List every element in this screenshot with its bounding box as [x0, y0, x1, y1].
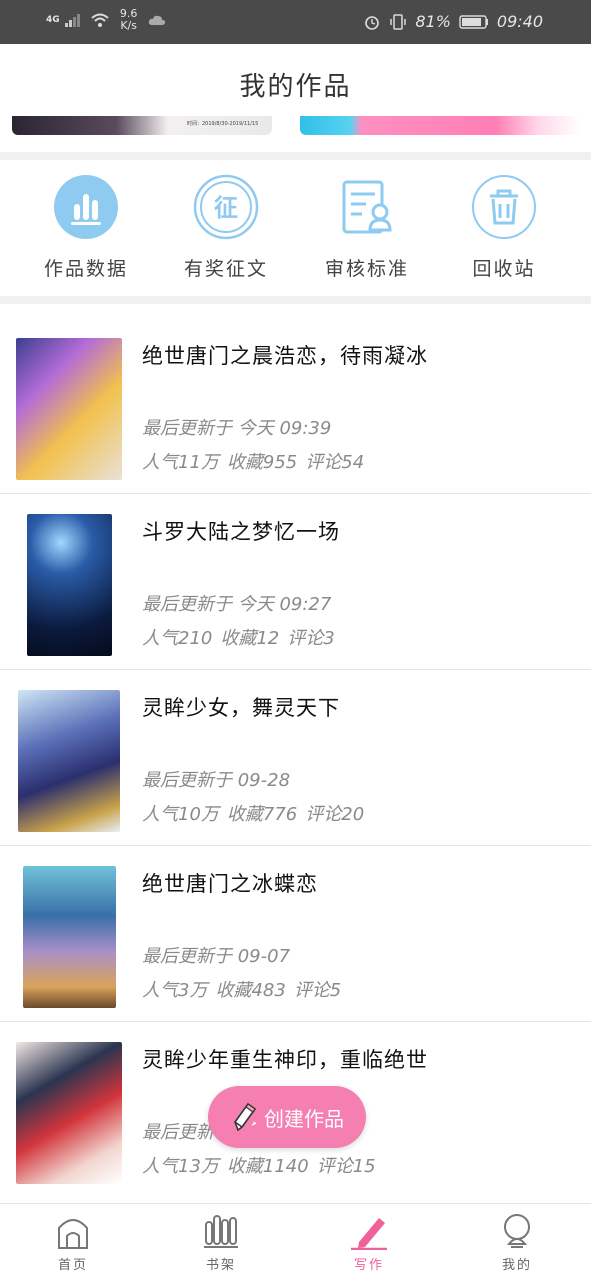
tab-label: 首页 — [57, 1258, 88, 1273]
work-title: 灵眸少年重生神印，重临绝世 — [142, 1048, 428, 1072]
work-item[interactable]: 灵眸少女，舞灵天下 最后更新于 09-28 人气10万 收藏776 评论20 — [0, 670, 591, 846]
quick-action-label: 作品数据 — [43, 258, 128, 280]
work-item[interactable]: 斗罗大陆之梦忆一场 最后更新于 今天 09:27 人气210 收藏12 评论3 — [0, 494, 591, 670]
tab-bookshelf[interactable]: 书架 — [166, 1212, 276, 1273]
work-comments: 评论54 — [305, 452, 365, 473]
work-item[interactable]: 绝世唐门之晨浩恋，待雨凝冰 最后更新于 今天 09:39 人气11万 收藏955 评… — [0, 318, 591, 494]
work-favorites: 收藏1140 — [226, 1156, 309, 1177]
work-cover-image — [27, 514, 112, 656]
tab-label: 书架 — [205, 1258, 236, 1273]
create-work-button[interactable]: 创建作品 — [208, 1086, 366, 1148]
work-favorites: 收藏12 — [220, 628, 280, 649]
work-stats: 人气210 收藏12 评论3 — [142, 624, 343, 650]
tab-label: 我的 — [501, 1258, 532, 1273]
work-favorites: 收藏483 — [215, 980, 286, 1001]
work-favorites: 收藏776 — [226, 804, 298, 825]
bar-chart-icon — [54, 175, 118, 239]
work-cover-image — [16, 338, 122, 480]
status-bar: 4G 9.6 K/s 81% 09:40 — [0, 0, 591, 44]
work-cover-image — [18, 690, 120, 832]
work-updated: 最后更新于 09-07 — [142, 946, 291, 967]
work-cover-image — [23, 866, 116, 1008]
work-popularity: 人气210 — [142, 628, 213, 649]
work-item[interactable]: 绝世唐门之冰蝶恋 最后更新于 09-07 人气3万 收藏483 评论5 — [0, 846, 591, 1022]
work-title: 灵眸少女，舞灵天下 — [142, 696, 340, 720]
clock: 09:40 — [496, 12, 543, 31]
work-cover-image — [16, 1042, 122, 1184]
battery-icon — [459, 14, 488, 29]
work-stats: 人气10万 收藏776 评论20 — [142, 800, 372, 826]
contest-badge-icon: 征 — [193, 174, 259, 240]
work-favorites: 收藏955 — [226, 452, 298, 473]
work-stats: 人气13万 收藏1140 评论15 — [142, 1152, 384, 1178]
quick-action-review-standard[interactable]: 审核标准 — [297, 174, 437, 281]
banner-caption: 时间：2019/8/30-2019/11/15 — [187, 121, 259, 127]
work-stats: 人气3万 收藏483 评论5 — [142, 976, 349, 1002]
section-divider — [0, 152, 591, 160]
bottom-tab-bar: 首页 书架 写作 我的 — [0, 1203, 591, 1280]
bookshelf-icon — [204, 1215, 238, 1248]
page-title: 我的作品 — [239, 72, 352, 102]
alarm-icon — [365, 15, 380, 30]
quick-action-work-data[interactable]: 作品数据 — [16, 174, 156, 281]
banner-image-contest[interactable]: 时间：2019/8/30-2019/11/15 — [12, 116, 272, 135]
work-comments: 评论15 — [316, 1156, 376, 1177]
work-comments: 评论20 — [305, 804, 365, 825]
signal-icon — [64, 14, 80, 27]
vibrate-icon — [390, 13, 407, 30]
work-updated: 最后更新于 今天 09:27 — [142, 594, 332, 615]
quick-action-label: 有奖征文 — [183, 258, 268, 280]
network-type-label: 4G — [46, 15, 60, 25]
quick-action-recycle-bin[interactable]: 回收站 — [434, 174, 574, 281]
battery-percent: 81% — [415, 12, 451, 31]
review-document-icon — [342, 180, 392, 234]
banner-carousel[interactable]: 时间：2019/8/30-2019/11/15 — [0, 114, 591, 152]
pencil-icon — [234, 1102, 257, 1132]
trash-icon — [472, 175, 536, 239]
work-comments: 评论3 — [287, 628, 335, 649]
svg-text:征: 征 — [214, 194, 238, 222]
work-updated: 最后更新于 09-28 — [142, 770, 291, 791]
work-title: 斗罗大陆之梦忆一场 — [142, 520, 340, 544]
work-comments: 评论5 — [293, 980, 342, 1001]
wifi-icon — [90, 13, 109, 27]
quick-action-contest[interactable]: 征 有奖征文 — [156, 174, 296, 281]
cloud-icon — [148, 15, 165, 25]
work-popularity: 人气3万 — [142, 980, 208, 1001]
network-speed: 9.6 K/s — [119, 7, 138, 32]
profile-icon — [504, 1214, 530, 1248]
create-work-label: 创建作品 — [264, 1106, 344, 1131]
quick-actions: 作品数据 征 有奖征文 审核标准 回收站 — [0, 160, 591, 296]
work-popularity: 人气13万 — [142, 1156, 219, 1177]
section-divider — [0, 296, 591, 304]
pen-icon — [351, 1218, 387, 1250]
tab-home[interactable]: 首页 — [18, 1212, 128, 1273]
work-popularity: 人气11万 — [142, 452, 219, 473]
works-list: 绝世唐门之晨浩恋，待雨凝冰 最后更新于 今天 09:39 人气11万 收藏955 评… — [0, 318, 591, 1198]
tab-label: 写作 — [353, 1258, 384, 1273]
home-icon — [58, 1219, 88, 1249]
quick-action-label: 审核标准 — [324, 258, 409, 280]
quick-action-label: 回收站 — [472, 258, 536, 280]
work-popularity: 人气10万 — [142, 804, 219, 825]
banner-image-event[interactable] — [300, 116, 580, 135]
work-title: 绝世唐门之冰蝶恋 — [142, 872, 318, 896]
work-updated: 最后更新于 今天 09:39 — [142, 418, 332, 439]
work-title: 绝世唐门之晨浩恋，待雨凝冰 — [142, 344, 428, 368]
tab-profile[interactable]: 我的 — [462, 1212, 572, 1273]
header: 我的作品 — [0, 44, 591, 114]
tab-write[interactable]: 写作 — [314, 1212, 424, 1273]
work-stats: 人气11万 收藏955 评论54 — [142, 448, 372, 474]
